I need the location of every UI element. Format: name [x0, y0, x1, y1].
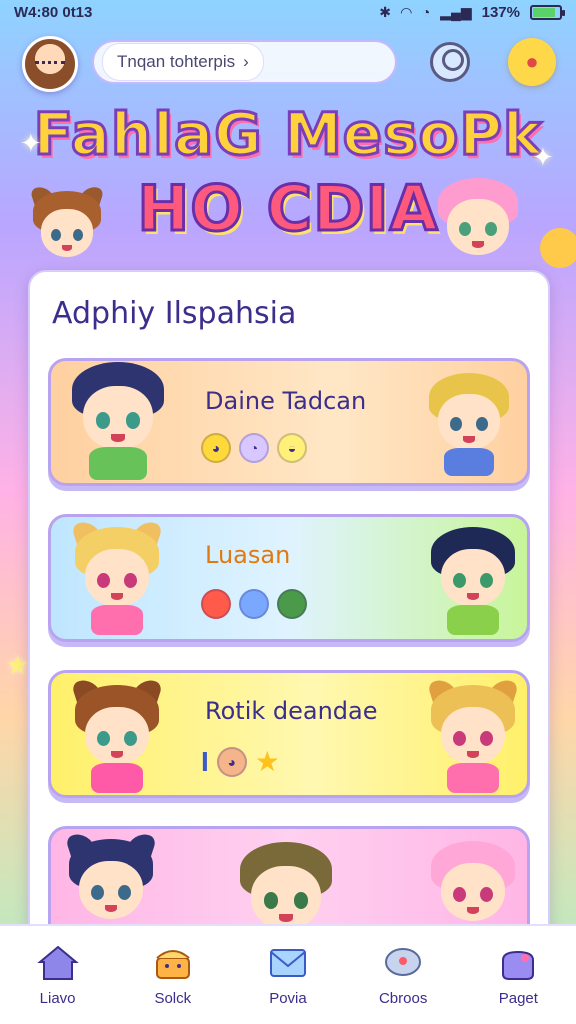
blonde-character: [421, 367, 517, 477]
bear-face-icon: ◕: [216, 746, 247, 777]
blue-ball-icon: ●: [239, 589, 269, 619]
status-icons: ✱ ◠ ◔ ▂▄▆ 137%: [379, 3, 565, 21]
nav-label: Solck: [154, 990, 192, 1007]
nav-label: Paget: [498, 990, 538, 1007]
game-card-1[interactable]: Daine Tadcan ◕ ◔ ◒: [48, 358, 530, 486]
main-panel: Adphiy Ilspahsia Daine Tadcan ◕ ◔ ◒ Luas…: [28, 270, 550, 970]
signal-bars-icon: ▂▄▆: [440, 3, 472, 20]
brown-cat-character: [67, 675, 167, 793]
wifi-icon: ◠: [400, 3, 412, 20]
nav-label: Cbroos: [378, 990, 428, 1007]
pink-hair-character: [430, 172, 526, 268]
blonde-fox-character: [423, 675, 523, 793]
game-card-2[interactable]: Luasan ● ● ●: [48, 514, 530, 642]
status-bar: W4:80 0t13 ✱ ◠ ◔ ▂▄▆ 137%: [0, 0, 576, 24]
chevron-right-icon: ›: [243, 52, 249, 71]
card-icon-row: ● ● ●: [201, 589, 307, 619]
signal-wifi-icon: ◔: [421, 4, 431, 20]
purple-mascot-icon: ◔: [239, 433, 269, 463]
user-avatar[interactable]: [22, 36, 78, 92]
counter-number: I: [201, 745, 209, 777]
nav-item-chat[interactable]: Cbroos: [353, 944, 453, 1007]
bottom-nav: Liavo Solck Povia Cbroos Paget: [0, 924, 576, 1024]
dark-hair-character: [423, 521, 523, 635]
battery-icon: [530, 4, 565, 20]
navy-cat-character: [61, 829, 161, 933]
mail-icon: [269, 949, 306, 977]
cat-girl-character: [26, 183, 108, 268]
lemon-mascot-icon: ◒: [277, 433, 307, 463]
chat-bubble-icon[interactable]: ●: [508, 38, 556, 86]
navy-hair-character: [63, 361, 173, 481]
nav-item-shop[interactable]: Solck: [123, 944, 223, 1007]
section-title: Adphiy Ilspahsia: [52, 296, 297, 331]
bluetooth-icon: ✱: [379, 3, 391, 20]
shop-icon: [155, 950, 190, 979]
card-title: Luasan: [205, 541, 291, 569]
card-title: Rotik deandae: [205, 697, 378, 725]
red-ball-icon: ●: [201, 589, 231, 619]
home-icon: [36, 945, 79, 980]
search-bar[interactable]: Tnqan tohterpis ›: [92, 40, 397, 84]
card-title: Daine Tadcan: [205, 387, 367, 415]
game-card-3[interactable]: Rotik deandae I ◕ ★: [48, 670, 530, 798]
battery-text: 137%: [481, 3, 520, 21]
bag-icon: [502, 950, 535, 980]
sparkle-icon: ✦: [20, 128, 42, 158]
yellow-mascot-icon: ◕: [201, 433, 231, 463]
chat-icon: [385, 948, 422, 976]
nav-item-mail[interactable]: Povia: [238, 944, 338, 1007]
profile-icon[interactable]: [430, 42, 470, 82]
search-text: Tnqan tohterpis: [117, 52, 236, 71]
bear-mascot-icon: [540, 228, 576, 268]
green-ball-icon: ●: [277, 589, 307, 619]
card-icon-row: ◕ ◔ ◒: [201, 433, 307, 463]
nav-label: Povia: [269, 990, 307, 1007]
card-icon-row: I ◕ ★: [201, 745, 280, 778]
clock: W4:80 0t13: [14, 3, 93, 21]
search-chip[interactable]: Tnqan tohterpis ›: [102, 43, 264, 81]
sparkle-icon: ★: [6, 650, 30, 680]
nav-label: Liavo: [39, 990, 76, 1007]
sparkle-icon: ✦: [532, 142, 554, 172]
blonde-cat-character: [67, 517, 167, 635]
top-bar: Tnqan tohterpis › ●: [0, 34, 576, 94]
pink-hair-character: [423, 835, 523, 935]
nav-item-bag[interactable]: Paget: [468, 944, 568, 1007]
battery-level: [533, 7, 555, 17]
logo-title-line1: FahlaG MesoPk: [32, 99, 543, 170]
nav-item-home[interactable]: Liavo: [8, 944, 108, 1007]
star-icon: ★: [254, 746, 280, 777]
